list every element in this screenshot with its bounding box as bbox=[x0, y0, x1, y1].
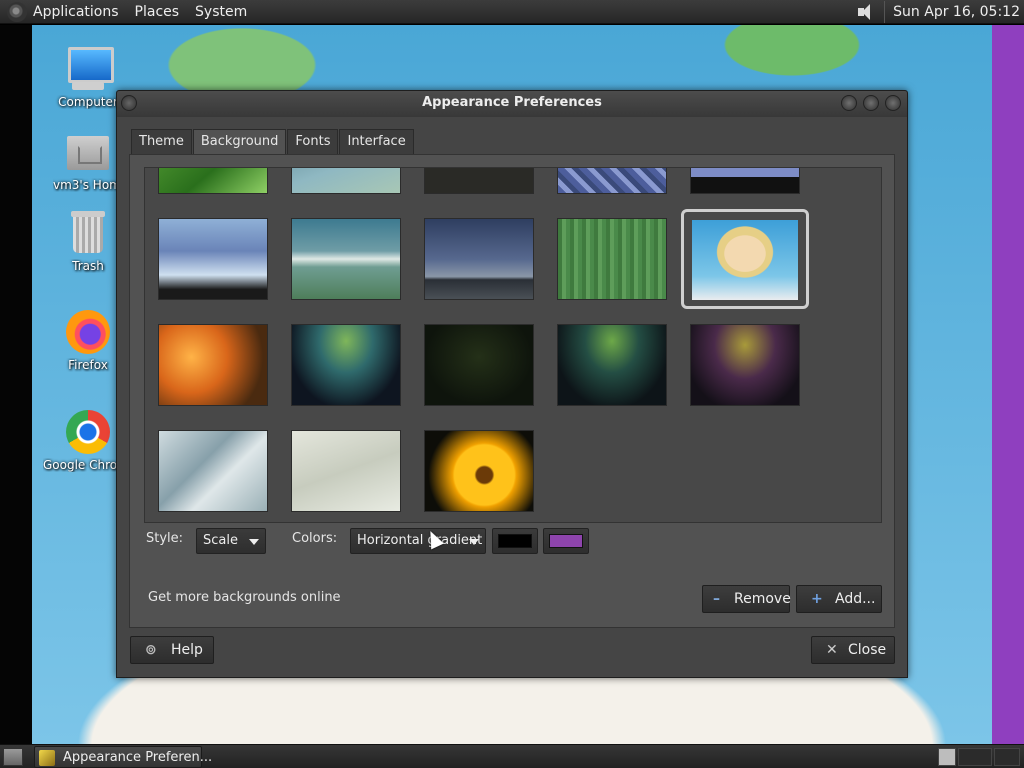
close-button[interactable]: ✕ Close bbox=[811, 636, 895, 664]
desktop-icon-label: Google Chrome bbox=[43, 458, 118, 472]
help-lifebuoy-icon: ⊚ bbox=[145, 642, 157, 658]
colors-label: Colors: bbox=[292, 531, 338, 546]
chevron-down-icon bbox=[469, 539, 479, 545]
primary-color-swatch bbox=[498, 534, 532, 548]
minimize-icon[interactable] bbox=[841, 95, 857, 111]
window-titlebar[interactable]: Appearance Preferences bbox=[117, 91, 907, 117]
menu-places[interactable]: Places bbox=[127, 0, 188, 24]
trash-icon bbox=[64, 209, 112, 257]
tab-fonts[interactable]: Fonts bbox=[287, 129, 339, 155]
wallpaper-thumbnail[interactable] bbox=[158, 218, 268, 300]
clock[interactable]: Sun Apr 16, 05:12 bbox=[893, 4, 1024, 20]
plus-icon: + bbox=[811, 591, 823, 607]
bottom-panel: Appearance Preferen... bbox=[0, 744, 1024, 768]
wallpaper-thumbnail[interactable] bbox=[424, 218, 534, 300]
help-button[interactable]: ⊚ Help bbox=[130, 636, 214, 664]
minus-icon: – bbox=[713, 591, 720, 607]
style-dropdown[interactable]: Scale bbox=[196, 528, 266, 554]
window-title: Appearance Preferences bbox=[422, 95, 602, 110]
close-button-label: Close bbox=[848, 642, 887, 658]
menu-system[interactable]: System bbox=[187, 0, 255, 24]
wallpaper-left-band bbox=[0, 25, 32, 744]
appearance-app-icon bbox=[39, 750, 55, 766]
secondary-color-button[interactable] bbox=[543, 528, 589, 554]
wallpaper-right-band bbox=[992, 25, 1024, 744]
panel-separator bbox=[884, 0, 886, 23]
wallpaper-thumbnail[interactable] bbox=[424, 430, 534, 512]
show-desktop-icon[interactable] bbox=[3, 748, 23, 766]
get-more-backgrounds-link[interactable]: Get more backgrounds online bbox=[148, 590, 341, 605]
workspace-2[interactable] bbox=[958, 748, 992, 766]
wallpaper-thumbnail[interactable] bbox=[424, 324, 534, 406]
style-dropdown-value: Scale bbox=[203, 533, 238, 548]
wallpaper-thumbnail[interactable] bbox=[291, 430, 401, 512]
wallpaper-grid bbox=[144, 167, 882, 523]
wallpaper-grid-scrollbar[interactable] bbox=[881, 168, 882, 523]
wallpaper-thumbnail[interactable] bbox=[158, 324, 268, 406]
chevron-down-icon bbox=[249, 539, 259, 545]
wallpaper-thumbnail-selected[interactable] bbox=[681, 209, 809, 309]
remove-button-label: Remove bbox=[734, 591, 791, 607]
close-window-icon[interactable] bbox=[885, 95, 901, 111]
firefox-icon bbox=[64, 308, 112, 356]
wallpaper-thumbnail[interactable] bbox=[291, 324, 401, 406]
wallpaper-thumbnail[interactable] bbox=[557, 168, 667, 194]
background-tab-panel: Style: Scale Colors: Horizontal gradient… bbox=[129, 154, 895, 628]
workspace-1[interactable] bbox=[938, 748, 956, 766]
computer-icon bbox=[64, 45, 114, 93]
wallpaper-thumbnail[interactable] bbox=[557, 218, 667, 300]
taskbar-item-appearance[interactable]: Appearance Preferen... bbox=[34, 746, 212, 768]
volume-icon[interactable] bbox=[854, 0, 876, 24]
help-button-label: Help bbox=[171, 642, 203, 658]
workspace-3[interactable] bbox=[994, 748, 1020, 766]
selected-wallpaper-preview bbox=[692, 220, 798, 300]
wallpaper-thumbnail[interactable] bbox=[158, 430, 268, 512]
wallpaper-thumbnail[interactable] bbox=[690, 324, 800, 406]
style-label: Style: bbox=[146, 531, 184, 546]
remove-button[interactable]: – Remove bbox=[702, 585, 791, 613]
distro-logo-icon[interactable] bbox=[7, 1, 27, 22]
colors-dropdown[interactable]: Horizontal gradient bbox=[350, 528, 486, 554]
appearance-preferences-window: Appearance Preferences Theme Background … bbox=[116, 90, 908, 678]
secondary-color-swatch bbox=[549, 534, 583, 548]
tab-interface[interactable]: Interface bbox=[339, 129, 414, 155]
colors-dropdown-value: Horizontal gradient bbox=[357, 533, 483, 548]
home-folder-icon bbox=[64, 128, 112, 176]
add-button[interactable]: + Add... bbox=[796, 585, 882, 613]
taskbar-item-label: Appearance Preferen... bbox=[63, 750, 213, 765]
add-button-label: Add... bbox=[835, 591, 876, 607]
tab-bar: Theme Background Fonts Interface bbox=[131, 129, 415, 155]
close-icon: ✕ bbox=[826, 642, 838, 658]
primary-color-button[interactable] bbox=[492, 528, 538, 554]
maximize-icon[interactable] bbox=[863, 95, 879, 111]
wallpaper-thumbnail[interactable] bbox=[690, 168, 800, 194]
chrome-icon bbox=[64, 408, 112, 456]
wallpaper-thumbnail[interactable] bbox=[291, 218, 401, 300]
wallpaper-thumbnail[interactable] bbox=[557, 324, 667, 406]
wallpaper-thumbnail[interactable] bbox=[424, 168, 534, 194]
top-panel: Applications Places System Sun Apr 16, 0… bbox=[0, 0, 1024, 24]
tab-background[interactable]: Background bbox=[192, 129, 287, 155]
wallpaper-thumbnail[interactable] bbox=[291, 168, 401, 194]
tab-theme[interactable]: Theme bbox=[131, 129, 192, 155]
wallpaper-thumbnail[interactable] bbox=[158, 168, 268, 194]
menu-applications[interactable]: Applications bbox=[33, 0, 127, 24]
